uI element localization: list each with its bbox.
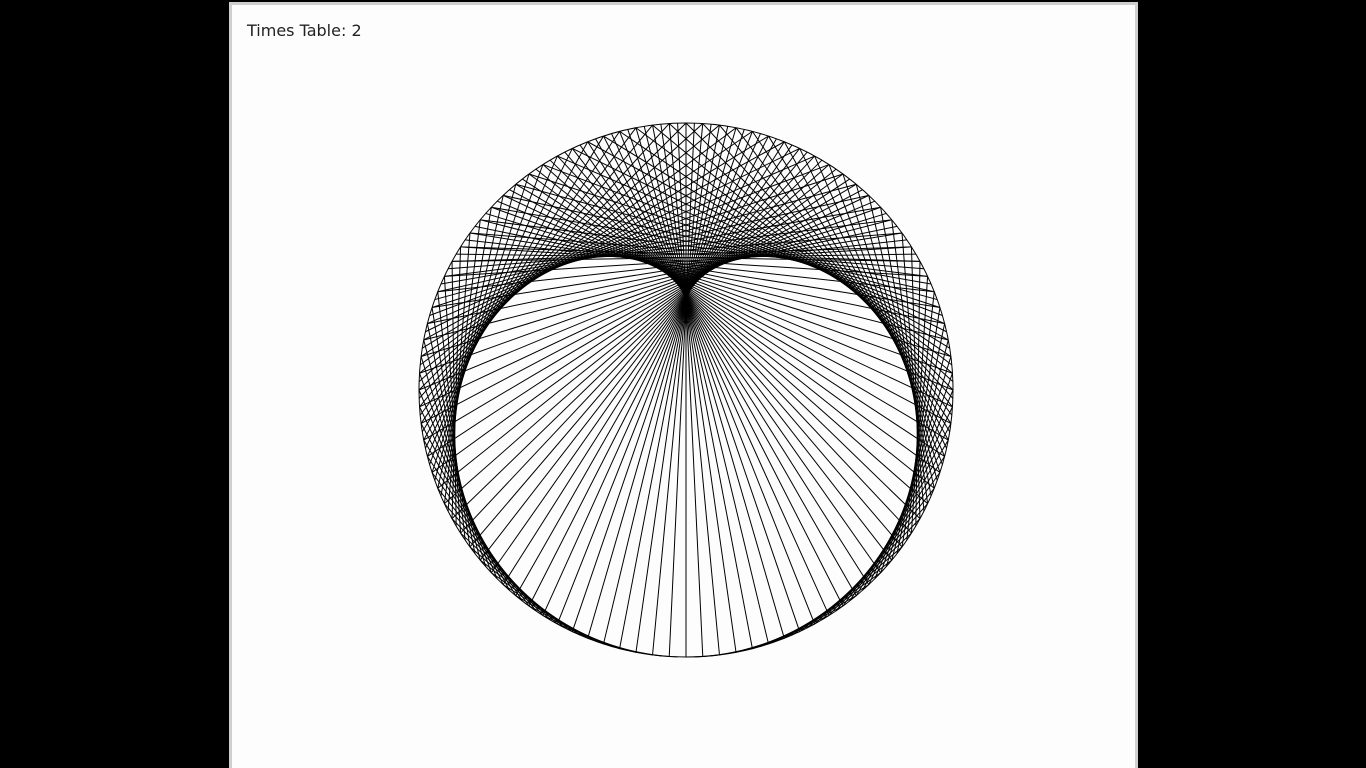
chord-line (751, 131, 952, 424)
times-table-lines (418, 122, 954, 658)
multiplier-value: 2 (351, 21, 362, 40)
desktop: Times Table: 2 (0, 0, 1366, 768)
times-table-window: Times Table: 2 (229, 2, 1138, 768)
chord-line (542, 164, 928, 505)
chord-line (426, 155, 558, 457)
caption-prefix: Times Table: (247, 21, 352, 40)
chord-line (587, 141, 870, 585)
chord-line (849, 456, 946, 602)
chord-line (444, 164, 830, 505)
chord-line (880, 207, 932, 497)
chord-line (431, 173, 844, 473)
chord-line (419, 124, 653, 408)
chord-line (814, 155, 946, 457)
chord-line (719, 124, 953, 408)
times-table-canvas (418, 122, 954, 658)
times-table-caption: Times Table: 2 (247, 21, 362, 40)
chord-line (502, 141, 785, 585)
